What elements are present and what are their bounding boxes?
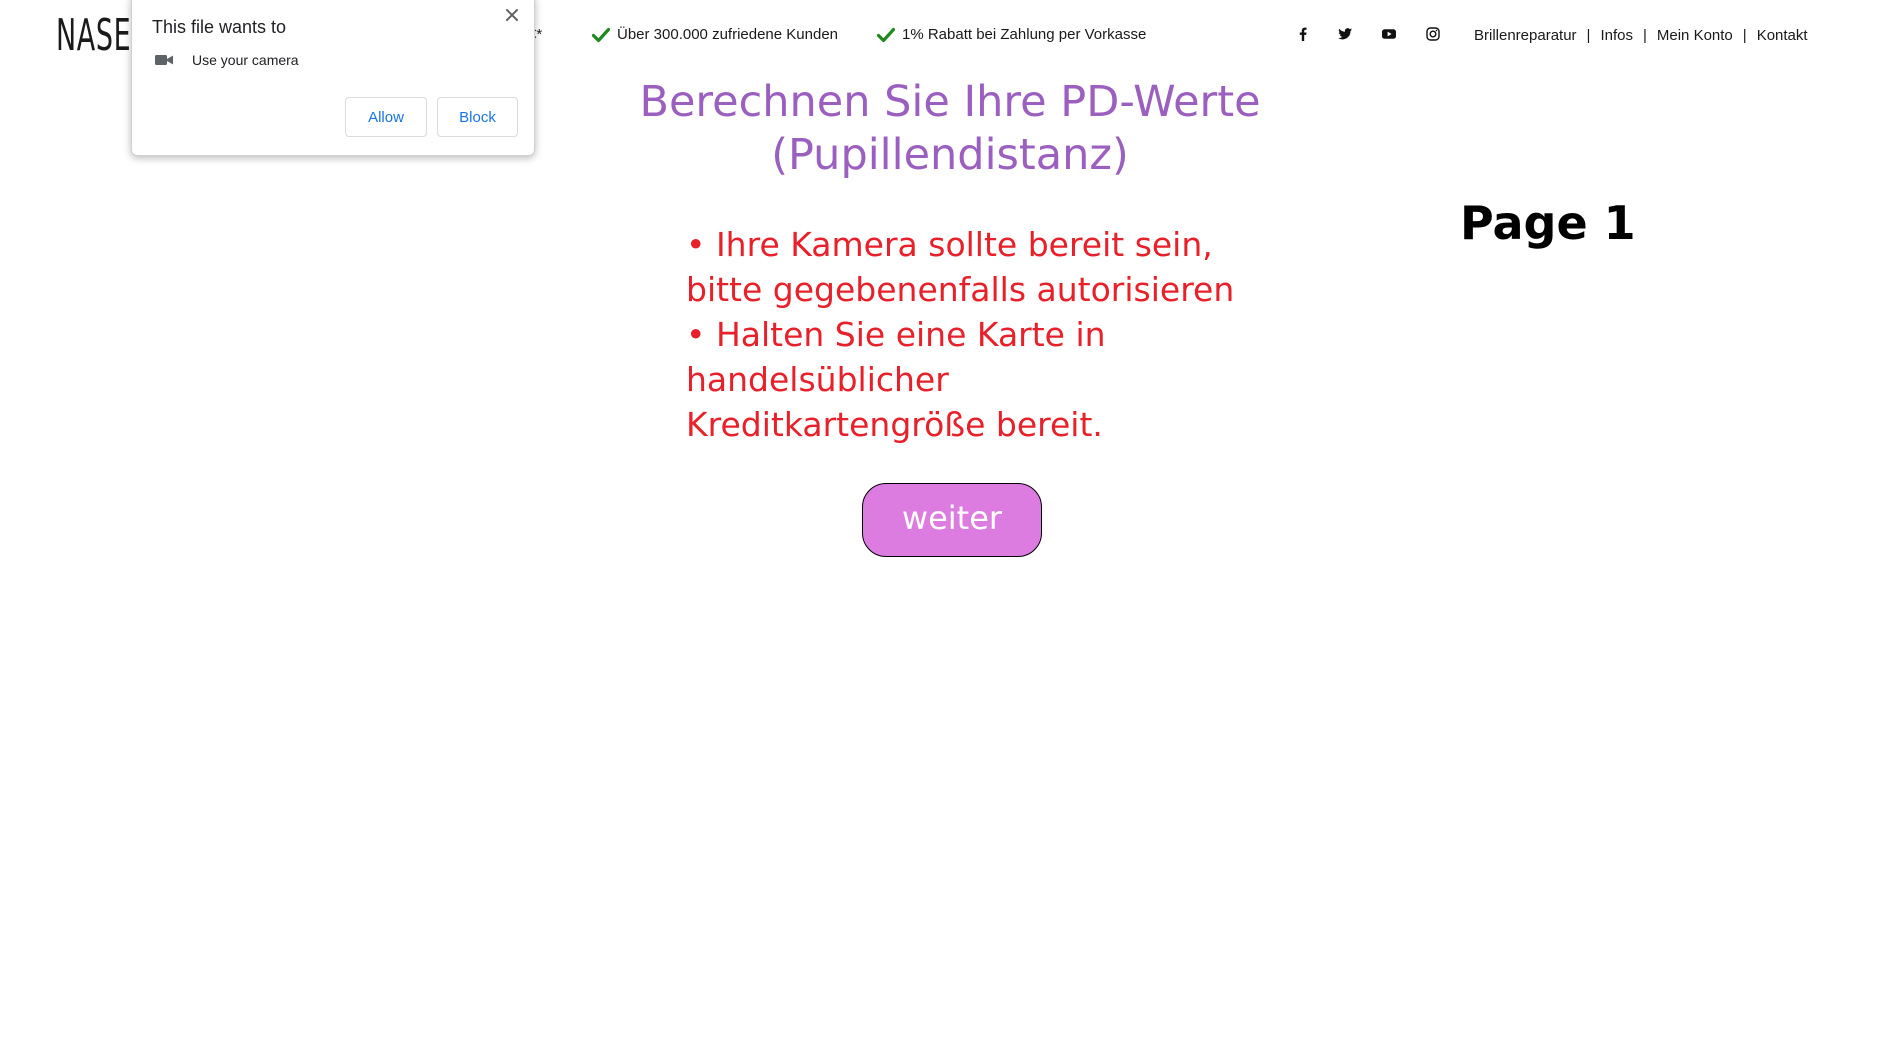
page-number-label: Page 1 xyxy=(1460,196,1636,250)
page-title: Berechnen Sie Ihre PD-Werte (Pupillendis… xyxy=(560,76,1340,182)
usp-discount-text: 1% Rabatt bei Zahlung per Vorkasse xyxy=(902,26,1147,43)
page: NASE €* Über 300.000 zufriedene Kunden 1… xyxy=(0,0,1892,1056)
top-navigation: Brillenreparatur | Infos | Mein Konto | … xyxy=(1474,27,1808,44)
nav-separator: | xyxy=(1586,27,1591,44)
nav-link-kontakt[interactable]: Kontakt xyxy=(1757,27,1808,44)
permission-title: This file wants to xyxy=(152,17,287,37)
permission-camera-text: Use your camera xyxy=(192,52,299,68)
nav-separator: | xyxy=(1742,27,1747,44)
usp-item-discount: 1% Rabatt bei Zahlung per Vorkasse xyxy=(877,26,1146,43)
twitter-icon[interactable] xyxy=(1335,24,1355,44)
instructions-list: • Ihre Kamera sollte bereit sein, bitte … xyxy=(686,222,1246,447)
nav-link-mein-konto[interactable]: Mein Konto xyxy=(1657,27,1733,44)
page-title-line-2: (Pupillendistanz) xyxy=(771,130,1129,180)
youtube-icon[interactable] xyxy=(1379,24,1399,44)
video-camera-icon xyxy=(155,55,173,65)
close-icon[interactable] xyxy=(500,3,524,27)
instruction-camera: • Ihre Kamera sollte bereit sein, bitte … xyxy=(686,225,1235,309)
page-title-line-1: Berechnen Sie Ihre PD-Werte xyxy=(639,77,1261,127)
usp-item-customers: Über 300.000 zufriedene Kunden xyxy=(592,26,838,43)
checkmark-icon xyxy=(592,27,610,42)
allow-button[interactable]: Allow xyxy=(345,97,427,137)
instruction-card: • Halten Sie eine Karte in handelsüblich… xyxy=(686,315,1106,444)
site-logo[interactable]: NASE xyxy=(56,10,131,61)
permission-camera-row: Use your camera xyxy=(154,52,299,68)
facebook-icon[interactable] xyxy=(1293,24,1313,44)
nav-separator: | xyxy=(1642,27,1647,44)
checkmark-icon xyxy=(877,27,895,42)
nav-link-infos[interactable]: Infos xyxy=(1600,27,1633,44)
instagram-icon[interactable] xyxy=(1423,24,1443,44)
weiter-button[interactable]: weiter xyxy=(862,483,1042,557)
usp-customers-text: Über 300.000 zufriedene Kunden xyxy=(617,26,839,43)
camera-permission-popup: This file wants to Use your camera Allow… xyxy=(131,0,535,156)
nav-link-brillenreparatur[interactable]: Brillenreparatur xyxy=(1474,27,1577,44)
block-button[interactable]: Block xyxy=(437,97,518,137)
